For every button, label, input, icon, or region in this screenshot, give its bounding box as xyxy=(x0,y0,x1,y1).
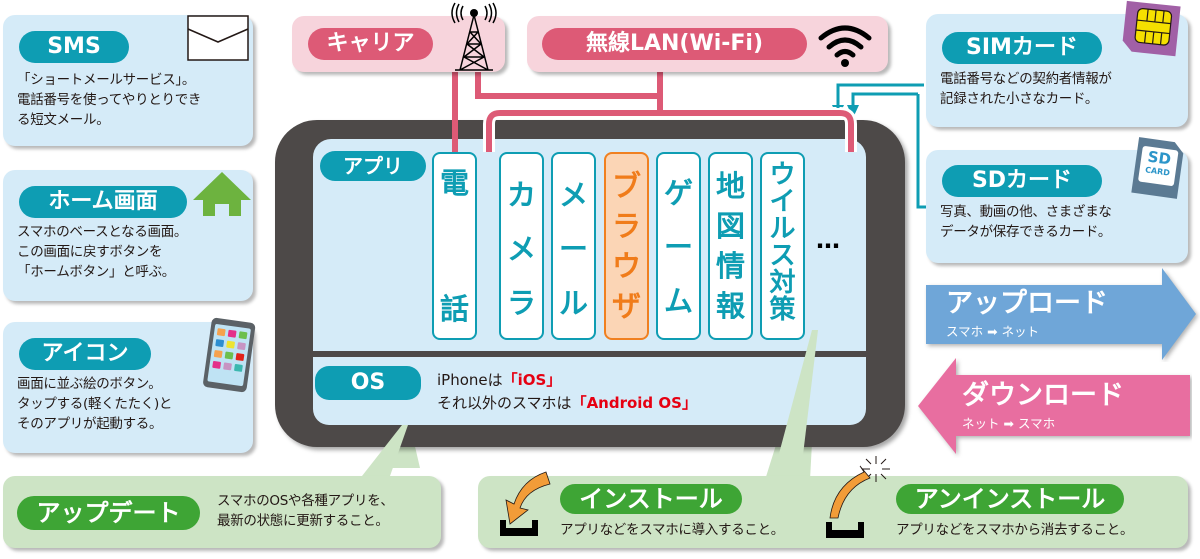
os-android-prefix: それ以外のスマホは xyxy=(437,394,572,412)
home-line-3: 「ホームボタン」と呼ぶ。 xyxy=(17,264,175,280)
app-antivirus-char-4: ス xyxy=(769,241,796,271)
app-game[interactable]: ゲ ー ム xyxy=(656,152,701,340)
carrier-title: キャリア xyxy=(308,28,433,60)
app-phone-char-1: 電 xyxy=(439,166,469,200)
sim-line-1: 電話番号などの契約者情報が xyxy=(940,71,1112,87)
sms-info-box: SMS 「ショートメールサービス」。 電話番号を使ってやりとりでき る短文メール… xyxy=(3,15,253,146)
app-antivirus-char-3: ル xyxy=(769,214,796,244)
sd-card-title: SDカード xyxy=(942,165,1102,197)
app-browser-char-2: ラ xyxy=(611,209,641,243)
sim-card-description: 電話番号などの契約者情報が 記録された小さなカード。 xyxy=(940,69,1112,109)
home-screen-info-box: ホーム画面 スマホのベースとなる画面。 この画面に戻すボタンを 「ホームボタン」… xyxy=(3,170,253,301)
app-phone[interactable]: 電 話 xyxy=(432,152,477,340)
app-antivirus-char-5: 対 xyxy=(769,268,796,298)
update-description: スマホのOSや各種アプリを、 最新の状態に更新すること。 xyxy=(217,491,394,531)
upload-to: ネット xyxy=(1001,324,1040,339)
app-map-char-4: 報 xyxy=(715,289,745,323)
install-title: インストール xyxy=(560,484,742,514)
app-browser-char-1: ブ xyxy=(611,169,641,203)
home-line-1: スマホのベースとなる画面。 xyxy=(17,224,188,240)
sms-line-1: 「ショートメールサービス」。 xyxy=(17,72,196,88)
app-mail-char-1: メ xyxy=(558,178,588,212)
app-camera-char-3: ラ xyxy=(506,286,536,320)
tablet-icon xyxy=(203,317,256,393)
install-description: アプリなどをスマホに導入すること。 xyxy=(560,522,784,538)
antenna-tower-icon xyxy=(451,2,497,71)
app-camera[interactable]: カ メ ラ xyxy=(499,152,544,340)
update-line-1: スマホのOSや各種アプリを、 xyxy=(217,493,394,509)
update-line-2: 最新の状態に更新すること。 xyxy=(217,513,389,529)
sd-line-2: データが保存できるカード。 xyxy=(940,224,1112,240)
app-antivirus-char-1: ウ xyxy=(769,160,796,190)
sim-card-title: SIMカード xyxy=(942,32,1102,64)
os-ios-prefix: iPhoneは xyxy=(437,371,503,389)
app-browser[interactable]: ブ ラ ウ ザ xyxy=(604,152,649,340)
icon-line-3: そのアプリが起動する。 xyxy=(17,416,163,432)
icon-line-2: タップする(軽くたたく)と xyxy=(17,396,173,412)
os-android-value: 「Android OS」 xyxy=(571,394,697,412)
os-line-android: それ以外のスマホは「Android OS」 xyxy=(437,392,697,414)
download-to: スマホ xyxy=(1017,416,1056,431)
app-mail-char-3: ル xyxy=(558,286,588,320)
app-mail-char-2: ー xyxy=(558,232,588,266)
app-camera-char-1: カ xyxy=(506,178,536,212)
icon-info-box: アイコン 画面に並ぶ絵のボタン。 タップする(軽くたたく)と そのアプリが起動す… xyxy=(3,317,256,453)
app-browser-char-3: ウ xyxy=(611,249,641,283)
icon-line-1: 画面に並ぶ絵のボタン。 xyxy=(17,376,162,392)
envelope-icon xyxy=(187,15,249,61)
app-antivirus-char-6: 策 xyxy=(769,295,796,325)
upload-from: スマホ xyxy=(946,324,984,339)
app-map[interactable]: 地 図 情 報 xyxy=(708,152,753,340)
app-browser-char-4: ザ xyxy=(611,289,641,323)
update-title: アップデート xyxy=(17,496,200,530)
home-line-2: この画面に戻すボタンを xyxy=(17,244,163,260)
install-uninstall-info-box: インストール アプリなどをスマホに導入すること。 アンインストール アプリなどを… xyxy=(478,456,1188,548)
wifi-icon xyxy=(818,25,872,67)
home-screen-title: ホーム画面 xyxy=(19,186,187,218)
house-icon xyxy=(193,172,251,216)
apps-label: アプリ xyxy=(320,151,426,181)
icon-description: 画面に並ぶ絵のボタン。 タップする(軽くたたく)と そのアプリが起動する。 xyxy=(17,374,172,434)
os-label: OS xyxy=(315,366,421,400)
update-info-box: アップデート スマホのOSや各種アプリを、 最新の状態に更新すること。 xyxy=(3,476,441,548)
home-screen-description: スマホのベースとなる画面。 この画面に戻すボタンを 「ホームボタン」と呼ぶ。 xyxy=(17,222,187,282)
app-antivirus[interactable]: ウ イ ル ス 対 策 xyxy=(760,152,805,340)
sms-title: SMS xyxy=(19,31,129,63)
sd-line-1: 写真、動画の他、さまざまな xyxy=(940,204,1112,220)
uninstall-title: アンインストール xyxy=(896,484,1124,514)
uninstall-arrow-icon xyxy=(826,456,890,538)
app-game-char-1: ゲ xyxy=(663,176,693,210)
sim-card-icon xyxy=(1122,0,1181,57)
app-map-char-2: 図 xyxy=(715,209,745,243)
sms-line-2: 電話番号を使ってやりとりでき xyxy=(17,92,202,108)
app-antivirus-char-2: イ xyxy=(769,187,796,217)
sim-line-2: 記録された小さなカード。 xyxy=(940,91,1099,107)
wifi-title: 無線LAN(Wi-Fi) xyxy=(542,28,807,60)
download-from: ネット xyxy=(962,416,1000,431)
upload-title: アップロード xyxy=(946,288,1108,319)
app-game-char-3: ム xyxy=(663,284,693,318)
icon-title: アイコン xyxy=(19,338,151,370)
sms-description: 「ショートメールサービス」。 電話番号を使ってやりとりでき る短文メール。 xyxy=(17,70,201,130)
os-ios-value: 「iOS」 xyxy=(502,371,562,389)
app-game-char-2: ー xyxy=(663,230,693,264)
app-map-char-1: 地 xyxy=(715,169,745,203)
app-map-char-3: 情 xyxy=(715,249,745,283)
app-phone-char-2: 話 xyxy=(439,292,469,326)
uninstall-description: アプリなどをスマホから消去すること。 xyxy=(896,522,1134,538)
app-camera-char-2: メ xyxy=(506,232,536,266)
sd-card-description: 写真、動画の他、さまざまな データが保存できるカード。 xyxy=(940,202,1112,242)
sms-line-3: る短文メール。 xyxy=(17,112,110,128)
more-apps-ellipsis: … xyxy=(816,226,840,254)
upload-direction: スマホ ➡ ネット xyxy=(946,324,1039,340)
app-mail[interactable]: メ ー ル xyxy=(551,152,596,340)
wifi-box: 無線LAN(Wi-Fi) xyxy=(527,16,888,72)
os-line-ios: iPhoneは「iOS」 xyxy=(437,369,561,391)
download-direction: ネット ➡ スマホ xyxy=(962,416,1055,432)
download-title: ダウンロード xyxy=(962,380,1124,411)
install-arrow-icon xyxy=(500,471,551,536)
upload-direction-arrow-icon: ➡ xyxy=(987,324,998,339)
download-direction-arrow-icon: ➡ xyxy=(1003,416,1014,431)
sd-card-icon: SD CARD xyxy=(1129,135,1187,201)
